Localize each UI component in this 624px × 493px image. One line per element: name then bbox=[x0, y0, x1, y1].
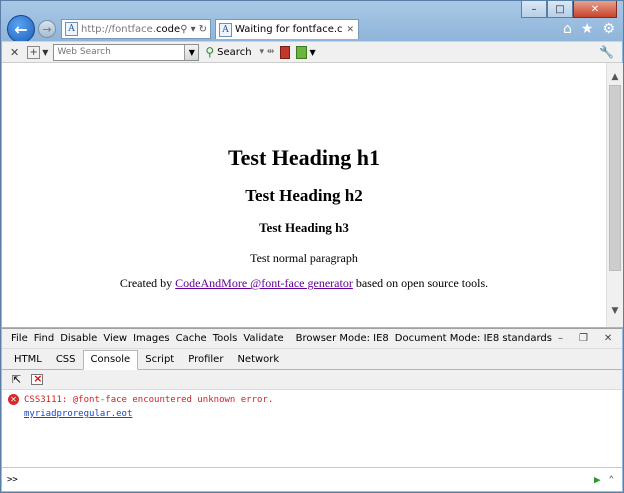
devtools-tabs: HTML CSS Console Script Profiler Network bbox=[2, 349, 622, 370]
home-icon[interactable]: ⌂ bbox=[563, 21, 572, 37]
devtools-restore-icon[interactable]: ❐ bbox=[579, 333, 588, 344]
scrollbar-thumb[interactable] bbox=[609, 85, 621, 271]
browser-right-icons: ⌂ ★ ⚙ bbox=[563, 21, 615, 37]
devtools-menu-bar: File Find Disable View Images Cache Tool… bbox=[2, 329, 622, 349]
test-heading-h3: Test Heading h3 bbox=[259, 220, 349, 235]
console-toolbar: ⇱ bbox=[2, 370, 622, 390]
tab-html[interactable]: HTML bbox=[7, 351, 49, 369]
credit-line: Created by CodeAndMore @font-face genera… bbox=[2, 276, 606, 291]
tools-gear-icon[interactable]: ⚙ bbox=[602, 21, 615, 37]
devtools-menu-view[interactable]: View bbox=[103, 333, 127, 344]
address-actions: ⚲ ▾ ↻ bbox=[180, 24, 210, 35]
tab-title: Waiting for fontface.codea... bbox=[235, 24, 343, 35]
test-heading-h1: Test Heading h1 bbox=[227, 145, 380, 170]
devtools-menu-disable[interactable]: Disable bbox=[60, 333, 97, 344]
search-button-label: Search bbox=[217, 46, 252, 58]
refresh-icon[interactable]: ↻ bbox=[199, 24, 207, 35]
credit-prefix: Created by bbox=[119, 276, 176, 290]
devtools-menu-file[interactable]: File bbox=[11, 333, 28, 344]
web-search-input[interactable] bbox=[54, 47, 185, 57]
dropdown-icon[interactable]: ▾ bbox=[191, 24, 196, 35]
console-output: ✕ CSS3111: @font-face encountered unknow… bbox=[2, 390, 622, 468]
devtools-menu-tools[interactable]: Tools bbox=[213, 333, 238, 344]
console-error-file-link[interactable]: myriadproregular.eot bbox=[24, 409, 616, 419]
address-bar[interactable]: A http://fontface.code... ⚲ ▾ ↻ bbox=[61, 19, 211, 39]
back-button[interactable]: ← bbox=[7, 15, 35, 43]
devtools-window-buttons: – ❐ ✕ bbox=[558, 333, 624, 344]
console-error-line: ✕ CSS3111: @font-face encountered unknow… bbox=[8, 394, 616, 405]
web-search-box[interactable]: ▼ bbox=[53, 43, 200, 61]
scroll-up-icon[interactable]: ▲ bbox=[607, 69, 623, 85]
tab-script[interactable]: Script bbox=[138, 351, 181, 369]
page-icon: A bbox=[65, 22, 78, 36]
console-prompt: >> bbox=[7, 474, 18, 485]
console-error-message: CSS3111: @font-face encountered unknown … bbox=[24, 394, 274, 405]
console-command-line: >> ▶ ⌃ bbox=[2, 467, 622, 491]
devtools-menu-validate[interactable]: Validate bbox=[243, 333, 283, 344]
tab-close-icon[interactable]: ✕ bbox=[342, 25, 358, 35]
tab-profiler[interactable]: Profiler bbox=[181, 351, 230, 369]
devtools-menu-images[interactable]: Images bbox=[133, 333, 170, 344]
search-button[interactable]: ⚲ Search bbox=[205, 45, 251, 59]
developer-tools-panel: File Find Disable View Images Cache Tool… bbox=[2, 328, 622, 491]
address-text[interactable]: http://fontface.code... bbox=[81, 24, 180, 35]
toolbar-add-icon[interactable]: + bbox=[27, 45, 41, 59]
tab-css[interactable]: CSS bbox=[49, 351, 83, 369]
toolbar-green-icon[interactable] bbox=[296, 45, 308, 59]
browser-mode-menu[interactable]: Browser Mode: IE8 bbox=[296, 333, 389, 344]
search-magnifier-icon: ⚲ bbox=[205, 45, 215, 59]
devtools-minimize-icon[interactable]: – bbox=[558, 333, 563, 344]
address-prefix: http://fontface. bbox=[81, 23, 157, 35]
address-domain: code... bbox=[156, 23, 181, 35]
error-icon: ✕ bbox=[8, 394, 19, 405]
toolbar-options-icon[interactable]: ▾ ⇹ bbox=[260, 47, 275, 57]
scroll-down-icon[interactable]: ▼ bbox=[607, 303, 623, 319]
wrench-icon[interactable]: 🔧 bbox=[599, 45, 614, 59]
forward-button[interactable]: → bbox=[38, 20, 56, 38]
devtools-menu-find[interactable]: Find bbox=[34, 333, 55, 344]
page-content: Test Heading h1 Test Heading h2 Test Hea… bbox=[2, 63, 606, 327]
browser-tab[interactable]: A Waiting for fontface.codea... ✕ bbox=[215, 19, 359, 39]
test-paragraph: Test normal paragraph bbox=[250, 251, 358, 265]
document-mode-menu[interactable]: Document Mode: IE8 standards bbox=[395, 333, 552, 344]
test-heading-h2: Test Heading h2 bbox=[245, 186, 363, 205]
tab-page-icon: A bbox=[219, 22, 232, 37]
search-toolbar: ✕ + ▼ ▼ ⚲ Search ▾ ⇹ ▼ 🔧 bbox=[2, 41, 622, 63]
toolbar-green-dropdown-icon[interactable]: ▼ bbox=[309, 48, 315, 57]
tab-console[interactable]: Console bbox=[82, 350, 139, 370]
favorites-icon[interactable]: ★ bbox=[581, 21, 594, 37]
select-element-cursor-icon[interactable]: ⇱ bbox=[12, 373, 21, 386]
search-dropdown-icon[interactable]: ▼ bbox=[184, 44, 199, 60]
multiline-expand-icon[interactable]: ⌃ bbox=[609, 475, 614, 485]
clear-console-icon[interactable] bbox=[31, 372, 44, 385]
toolbar-close-icon[interactable]: ✕ bbox=[10, 46, 19, 59]
devtools-close-icon[interactable]: ✕ bbox=[604, 333, 612, 344]
tab-network[interactable]: Network bbox=[230, 351, 286, 369]
page-scrollbar[interactable]: ▲ ▼ bbox=[606, 63, 623, 327]
run-script-icon[interactable]: ▶ bbox=[594, 473, 601, 486]
devtools-menu-cache[interactable]: Cache bbox=[176, 333, 207, 344]
navigation-bar: ← → A http://fontface.code... ⚲ ▾ ↻ A Wa… bbox=[7, 15, 617, 43]
toolbar-red-icon[interactable] bbox=[280, 45, 291, 59]
toolbar-add-dropdown-icon[interactable]: ▼ bbox=[42, 48, 48, 57]
console-input[interactable] bbox=[21, 474, 594, 485]
browser-window: – □ ✕ ← → A http://fontface.code... ⚲ ▾ … bbox=[0, 0, 624, 493]
credit-suffix: based on open source tools. bbox=[352, 276, 489, 290]
search-icon[interactable]: ⚲ bbox=[180, 24, 187, 35]
generator-link[interactable]: CodeAndMore @font-face generator bbox=[175, 276, 353, 290]
